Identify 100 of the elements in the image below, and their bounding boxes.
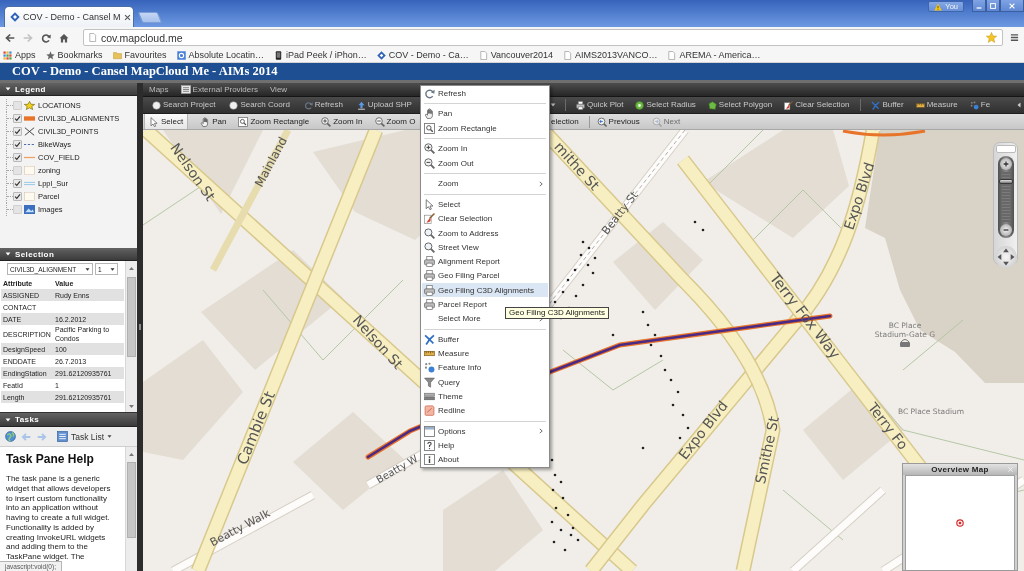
menu-item[interactable]: Buffer xyxy=(422,332,548,347)
menu-item[interactable]: Refresh xyxy=(422,86,548,101)
brush-icon xyxy=(424,213,435,225)
menu-item[interactable]: Redline xyxy=(422,403,548,418)
layer-checkbox[interactable] xyxy=(13,127,22,136)
zoom-out-icon xyxy=(374,116,385,127)
toolbar-button[interactable]: Quick Plot xyxy=(576,97,624,113)
zoom-out-button[interactable] xyxy=(999,224,1012,236)
bookmark-item[interactable]: Bookmarks xyxy=(45,50,103,60)
scale-field[interactable] xyxy=(995,145,1016,153)
toolbar-button[interactable]: Zoom O xyxy=(374,114,416,129)
toolbar-button[interactable]: Select Polygon xyxy=(707,97,773,113)
menu-item[interactable]: Pan xyxy=(422,106,548,121)
menu-item[interactable]: Select xyxy=(422,197,548,212)
cross-icon xyxy=(24,127,35,136)
panel-header[interactable]: Legend xyxy=(0,83,137,96)
toolbar-button[interactable]: Refresh xyxy=(303,97,343,113)
splitter-handle[interactable] xyxy=(137,83,143,571)
browser-tab[interactable]: COV - Demo - Cansel M xyxy=(4,6,134,27)
scrollbar[interactable] xyxy=(125,261,137,412)
forward-arrow-icon xyxy=(23,32,33,43)
layer-checkbox[interactable] xyxy=(13,153,22,162)
menu-bar-item[interactable]: View xyxy=(263,85,294,94)
bookmark-item[interactable]: AIMS2013VANCO… xyxy=(563,50,658,60)
dot-icon xyxy=(229,100,239,110)
pan-control[interactable] xyxy=(994,246,1017,268)
toolbar-button[interactable]: Zoom Rectangle xyxy=(238,114,310,129)
menu-item[interactable]: Clear Selection xyxy=(422,211,548,226)
caret-up-icon xyxy=(128,265,135,272)
zoom-in-button[interactable] xyxy=(999,158,1012,170)
maximize-button[interactable] xyxy=(986,0,1000,12)
menu-item[interactable]: Measure xyxy=(422,346,548,361)
buffer-icon xyxy=(424,333,435,345)
tick-icon xyxy=(14,128,21,135)
scrollbar-thumb[interactable] xyxy=(127,462,136,538)
caret-left-icon xyxy=(1016,102,1022,108)
menu-item[interactable]: Street View xyxy=(422,240,548,255)
cursor-icon xyxy=(149,116,159,127)
close-button[interactable] xyxy=(1000,0,1024,12)
panel-header[interactable]: Tasks xyxy=(0,413,137,427)
bookmark-item[interactable]: Vancouver2014 xyxy=(478,50,554,60)
toolbar-button[interactable]: Clear Selection xyxy=(784,97,850,113)
layer-checkbox[interactable] xyxy=(13,114,22,123)
scrollbar-thumb[interactable] xyxy=(127,277,136,357)
toolbar-button[interactable]: Zoom In xyxy=(321,114,363,129)
layer-checkbox[interactable] xyxy=(13,179,22,188)
menu-bar-item[interactable]: External Providers xyxy=(174,85,264,94)
minimize-button[interactable] xyxy=(972,0,986,12)
menu-item[interactable]: Geo Filing C3D Alignments xyxy=(422,283,548,298)
layer-checkbox[interactable] xyxy=(13,140,22,149)
bookmark-item[interactable]: COV - Demo - Ca… xyxy=(376,50,469,60)
menu-item[interactable]: Zoom to Address xyxy=(422,226,548,241)
caret-down-icon xyxy=(5,251,11,257)
bookmark-item[interactable]: Favourites xyxy=(112,50,167,60)
toolbar-button[interactable]: Upload SHP xyxy=(356,97,412,113)
menu-item[interactable]: About xyxy=(422,452,548,467)
menu-item[interactable]: Help xyxy=(422,438,548,453)
layer-checkbox[interactable] xyxy=(13,192,22,201)
menu-item[interactable]: Zoom In xyxy=(422,141,548,156)
toolbar-button[interactable]: Search Coord xyxy=(229,97,290,113)
location-marker-icon xyxy=(956,519,964,527)
menu-item[interactable]: Theme xyxy=(422,389,548,404)
close-icon xyxy=(123,13,131,21)
square-swatch-icon xyxy=(24,192,35,201)
menu-bar-item[interactable]: Maps xyxy=(143,85,175,94)
back-arrow-icon xyxy=(21,431,31,442)
lot-line xyxy=(782,489,844,541)
toolbar-button[interactable]: election xyxy=(551,114,579,129)
toolbar-button[interactable]: Previous xyxy=(596,114,640,129)
bookmark-item[interactable]: AREMA - America… xyxy=(667,50,761,60)
zoom-slider-thumb[interactable] xyxy=(998,178,1013,184)
bookmark-item[interactable]: Apps xyxy=(3,50,36,60)
toolbar-button[interactable]: Measure xyxy=(915,97,958,113)
scrollbar[interactable] xyxy=(125,447,137,571)
menu-item[interactable]: Geo Filing Parcel xyxy=(422,268,548,283)
menu-item[interactable]: Zoom Out xyxy=(422,156,548,171)
panel-header[interactable]: Selection xyxy=(0,248,137,261)
layers-icon xyxy=(424,390,435,402)
menu-item[interactable]: Feature Info xyxy=(422,360,548,375)
chevron-right-icon xyxy=(538,428,544,435)
toolbar-button[interactable]: Pan xyxy=(200,114,227,129)
menu-item[interactable]: Options xyxy=(422,424,548,439)
toolbar-button[interactable]: Select Radius xyxy=(635,97,696,113)
globe-button[interactable] xyxy=(3,429,17,444)
menu-item[interactable]: Zoom xyxy=(422,176,548,191)
toolbar-button[interactable]: Buffer xyxy=(871,97,904,113)
toolbar-button[interactable]: Select xyxy=(144,114,189,129)
toolbar-button[interactable]: Fe xyxy=(969,97,991,113)
new-tab-button[interactable] xyxy=(137,12,163,23)
bookmark-item[interactable]: Absolute Locatin… xyxy=(176,50,265,60)
bookmark-item[interactable]: iPad Peek / iPhon… xyxy=(274,50,367,60)
menu-item[interactable]: Zoom Rectangle xyxy=(422,121,548,136)
menu-item[interactable]: Alignment Report xyxy=(422,254,548,269)
ruler-icon xyxy=(915,100,925,110)
zoom-slider-track[interactable] xyxy=(1001,172,1010,222)
menu-item[interactable]: Query xyxy=(422,375,548,390)
zoom-rectangle-icon xyxy=(424,122,435,134)
toolbar-button[interactable]: Search Project xyxy=(152,97,216,113)
address-field[interactable]: cov.mapcloud.me xyxy=(83,29,1003,46)
chevron-right-icon xyxy=(538,180,544,187)
